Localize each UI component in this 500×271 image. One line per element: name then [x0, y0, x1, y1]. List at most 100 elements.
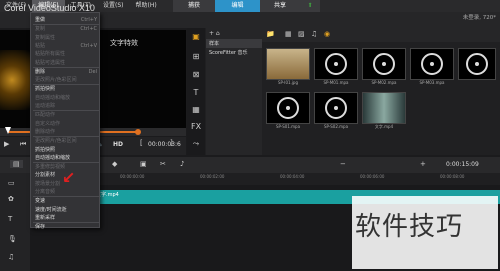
watermark: 软件技巧: [355, 212, 464, 242]
track-music-icon[interactable]: ♫: [8, 253, 14, 261]
audio-filter-icon[interactable]: ♫: [311, 30, 317, 38]
menu-item-shortcut: Ctrl+Y: [80, 17, 97, 23]
scissor-tool-icon[interactable]: ✂: [160, 160, 166, 168]
edit-menu-item: 运动追踪: [31, 102, 101, 111]
menu-item-label: 删除动作: [35, 128, 56, 135]
tree-item-samples[interactable]: 样本: [206, 39, 262, 48]
track-video-icon[interactable]: ▭: [8, 179, 15, 187]
menu-item-label: 运动追踪: [35, 103, 56, 109]
library-item[interactable]: SP-I01.jpg: [266, 48, 310, 85]
menu-help[interactable]: 帮助(H): [129, 0, 162, 12]
edit-menu-item: 粘贴 Ctrl+V: [31, 42, 101, 51]
menu-item-label: 粘贴可选属性: [35, 59, 66, 66]
play-icon[interactable]: ▶: [4, 140, 9, 148]
edit-menu-item[interactable]: 自动摇动和缩放: [31, 154, 101, 163]
upload-icon[interactable]: ⬆: [300, 0, 320, 12]
library-item[interactable]: SP-M02.mpa: [362, 48, 406, 85]
fx-icon[interactable]: FX: [191, 122, 201, 132]
track-overlay-icon[interactable]: ✿: [8, 195, 14, 203]
disc-icon: [421, 53, 443, 75]
menu-item-label: 重新采样: [35, 214, 56, 221]
tab-edit[interactable]: 编辑: [215, 0, 260, 12]
edit-menu-item[interactable]: 变速: [31, 197, 101, 206]
prev-frame-icon[interactable]: ⏮: [20, 140, 26, 149]
edit-menu-item: 分离音频: [31, 188, 101, 197]
tab-share[interactable]: 共享: [260, 0, 300, 12]
menu-item-shortcut: Del: [88, 68, 97, 75]
folder-icon[interactable]: 📁: [266, 30, 275, 38]
photo-filter-icon[interactable]: ▨: [298, 30, 305, 38]
library-item[interactable]: SP-S02.mpa: [314, 92, 358, 129]
add-folder-icon[interactable]: + ⌂: [206, 28, 262, 39]
edit-menu-item[interactable]: 抓拍快照: [31, 85, 101, 94]
disc-icon: [466, 53, 488, 75]
menu-item-shortcut: Ctrl+C: [80, 26, 97, 33]
edit-menu-item[interactable]: 速度/时间流逝: [31, 206, 101, 215]
edit-menu-item: 粘贴可选属性: [31, 59, 101, 68]
pointer-arrow-annotation: ↙: [62, 168, 76, 187]
track-voice-icon[interactable]: 🎙: [8, 235, 17, 243]
track-headers: ▭ ✿ T 🎙 ♫: [0, 173, 30, 271]
library-item[interactable]: [458, 48, 496, 80]
ruler-label: 00:00:02:00: [200, 174, 225, 179]
timecode[interactable]: 00:00:03:6: [148, 141, 181, 148]
library-item[interactable]: SP-M01.mpa: [314, 48, 358, 85]
menu-item-label: 更改照片/色彩区间: [35, 138, 77, 145]
title-icon[interactable]: T: [191, 88, 201, 98]
tree-item-scorefitter[interactable]: ScoreFitter 音乐: [206, 48, 262, 57]
add-marker-icon[interactable]: ◆: [112, 160, 117, 168]
timeline-duration: 0:00:15:09: [446, 161, 479, 168]
menu-item-label: 粘贴所有属性: [35, 51, 66, 58]
transition-icon[interactable]: ⊠: [191, 70, 201, 80]
ruler-label: 00:00:04:00: [280, 174, 305, 179]
menu-item-label: 分割素材: [35, 172, 56, 179]
edit-menu-item[interactable]: 重新采样: [31, 214, 101, 223]
menu-item-label: 自动摇动和缩放: [35, 154, 71, 161]
menu-item-label: 变速: [35, 198, 46, 205]
disc-icon: [277, 97, 299, 119]
menu-item-label: 匹配动作: [35, 112, 56, 119]
menu-item-label: 保存: [35, 224, 46, 231]
edit-menu-item[interactable]: 重做 Ctrl+Y: [31, 16, 101, 25]
edit-menu-item[interactable]: 删除 Del: [31, 68, 101, 77]
hd-badge[interactable]: HD: [113, 141, 123, 148]
user-info: 未登录, 720*: [462, 15, 496, 21]
library-tree: + ⌂ 样本 ScoreFitter 音乐: [206, 28, 262, 155]
menu-item-label: 自动摇动和缩放: [35, 94, 71, 101]
video-filter-icon[interactable]: ▦: [285, 30, 292, 38]
menu-settings[interactable]: 设置(S): [97, 0, 130, 12]
edit-menu-item[interactable]: 抓拍快照: [31, 146, 101, 155]
path-icon[interactable]: ⤳: [191, 139, 201, 149]
edit-menu-item: 复制属性: [31, 34, 101, 43]
library-item[interactable]: SP-M03.mpa: [410, 48, 454, 85]
audio-tool-icon[interactable]: ♪: [180, 160, 184, 168]
thumb-label: SP-M02.mpa: [371, 80, 397, 85]
ruler-label: 00:00:00:00: [120, 174, 145, 179]
storyboard-view-icon[interactable]: ▤: [10, 160, 23, 168]
media-icon[interactable]: ▣: [191, 32, 201, 42]
instant-project-icon[interactable]: ⊞: [191, 52, 201, 62]
menu-item-label: 粘贴: [35, 42, 46, 49]
tab-capture[interactable]: 捕获: [173, 0, 215, 12]
track-title-icon[interactable]: T: [8, 215, 12, 223]
menu-item-label: 多重修剪视频: [35, 164, 66, 171]
library-item[interactable]: 文字.mp4: [362, 92, 406, 130]
edit-menu-item: 更改照片/色彩区间: [31, 76, 101, 85]
menu-item-label: 抓拍快照: [35, 86, 56, 93]
edit-menu-item: 自动摇动和缩放: [31, 94, 101, 103]
disc-icon: [325, 53, 347, 75]
thumb-audio: [266, 92, 310, 124]
playhead-icon[interactable]: [135, 129, 141, 135]
zoom-out-icon[interactable]: −: [340, 160, 346, 168]
thumb-label: SP-M03.mpa: [419, 80, 445, 85]
zoom-in-icon[interactable]: +: [420, 160, 426, 168]
edit-menu-item[interactable]: 保存: [31, 223, 101, 232]
disc-icon: [325, 97, 347, 119]
library-item[interactable]: SP-S01.mpa: [266, 92, 310, 129]
graphic-icon[interactable]: ▦: [191, 105, 201, 115]
preview-caption: 文字特效: [110, 39, 138, 47]
transition-tool-icon[interactable]: ▣: [140, 160, 147, 168]
scorefitter-icon[interactable]: ◉: [324, 30, 330, 38]
edit-menu-item: 粘贴所有属性: [31, 50, 101, 59]
mark-in-icon[interactable]: [: [140, 139, 143, 147]
